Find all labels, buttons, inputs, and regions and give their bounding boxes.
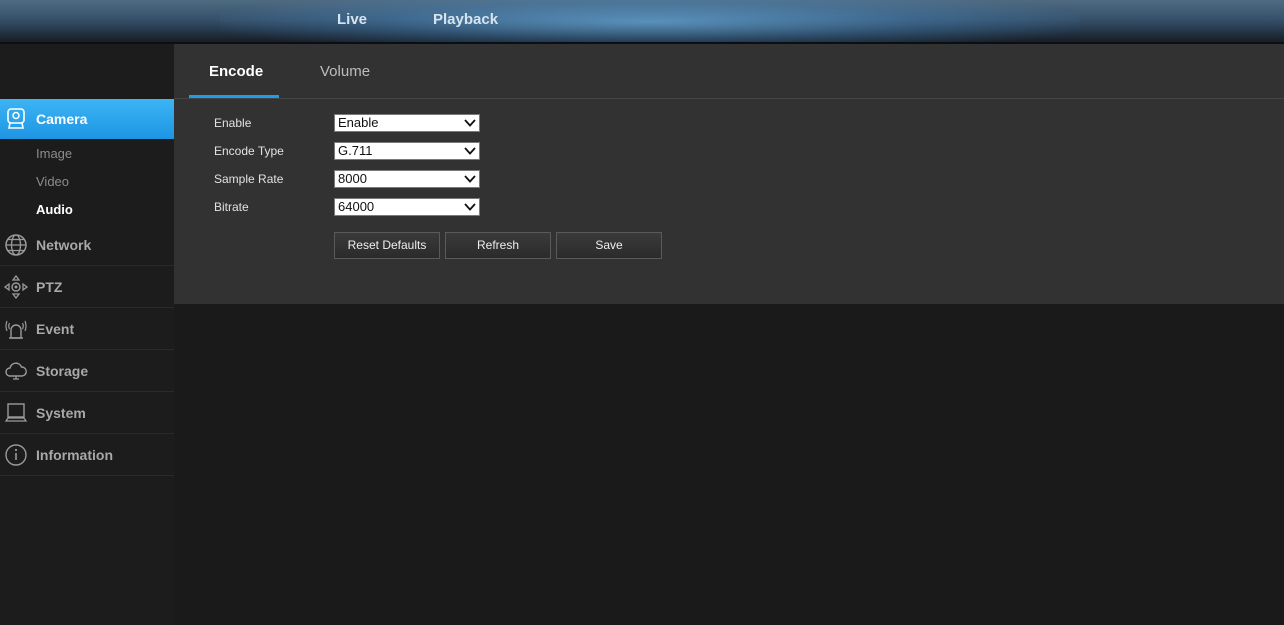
submenu-item-audio[interactable]: Audio [36,202,73,217]
sidebar-item-label: Information [36,447,113,463]
reset-defaults-button[interactable]: Reset Defaults [334,232,440,259]
enable-select-value: Enable [338,115,379,130]
encode-type-select-value: G.711 [338,143,373,158]
chevron-down-icon [464,119,476,127]
tab-bar: Encode Volume [174,44,1284,99]
chevron-down-icon [464,175,476,183]
save-button[interactable]: Save [556,232,662,259]
tab-volume[interactable]: Volume [320,63,370,80]
sidebar-item-event[interactable]: Event [0,308,174,350]
sidebar-item-label: PTZ [36,279,63,295]
sidebar-item-label: Storage [36,363,89,379]
enable-label: Enable [214,116,252,130]
sidebar-item-label: Network [36,237,92,253]
sidebar-item-camera[interactable]: Camera [0,99,184,139]
active-tab-indicator [189,95,279,98]
nav-live[interactable]: Live [337,11,367,28]
refresh-button[interactable]: Refresh [445,232,551,259]
sidebar-item-ptz[interactable]: PTZ [0,266,174,308]
camera-icon [7,108,25,129]
nav-playback[interactable]: Playback [433,11,498,28]
sample-rate-label: Sample Rate [214,172,284,186]
sample-rate-select-value: 8000 [338,171,367,186]
bitrate-select[interactable]: 64000 [334,198,480,216]
submenu-item-image[interactable]: Image [36,146,72,161]
cloud-storage-icon [5,362,27,380]
chevron-down-icon [464,147,476,155]
sidebar-item-information[interactable]: Information [0,434,174,476]
sidebar: Camera Image Video Audio Network PTZ Eve… [0,44,184,625]
submenu-item-video[interactable]: Video [36,174,69,189]
bitrate-select-value: 64000 [338,199,375,214]
sample-rate-select[interactable]: 8000 [334,170,480,188]
tab-encode[interactable]: Encode [209,63,263,80]
alarm-bell-icon [5,320,27,339]
info-icon [5,444,27,466]
settings-panel: Encode Volume Enable Enable Encode Type … [174,44,1284,304]
enable-select[interactable]: Enable [334,114,480,132]
top-nav-bar: Live Playback [0,0,1284,44]
sidebar-item-system[interactable]: System [0,392,174,434]
encode-type-label: Encode Type [214,144,284,158]
bitrate-label: Bitrate [214,200,249,214]
sidebar-item-storage[interactable]: Storage [0,350,174,392]
sidebar-item-label: Camera [36,111,88,127]
sidebar-item-label: Event [36,321,75,337]
computer-icon [4,403,28,422]
encode-type-select[interactable]: G.711 [334,142,480,160]
sidebar-item-label: System [36,405,86,421]
ptz-arrows-icon [4,275,28,299]
sidebar-item-network[interactable]: Network [0,224,174,266]
network-globe-icon [5,234,27,256]
chevron-down-icon [464,203,476,211]
